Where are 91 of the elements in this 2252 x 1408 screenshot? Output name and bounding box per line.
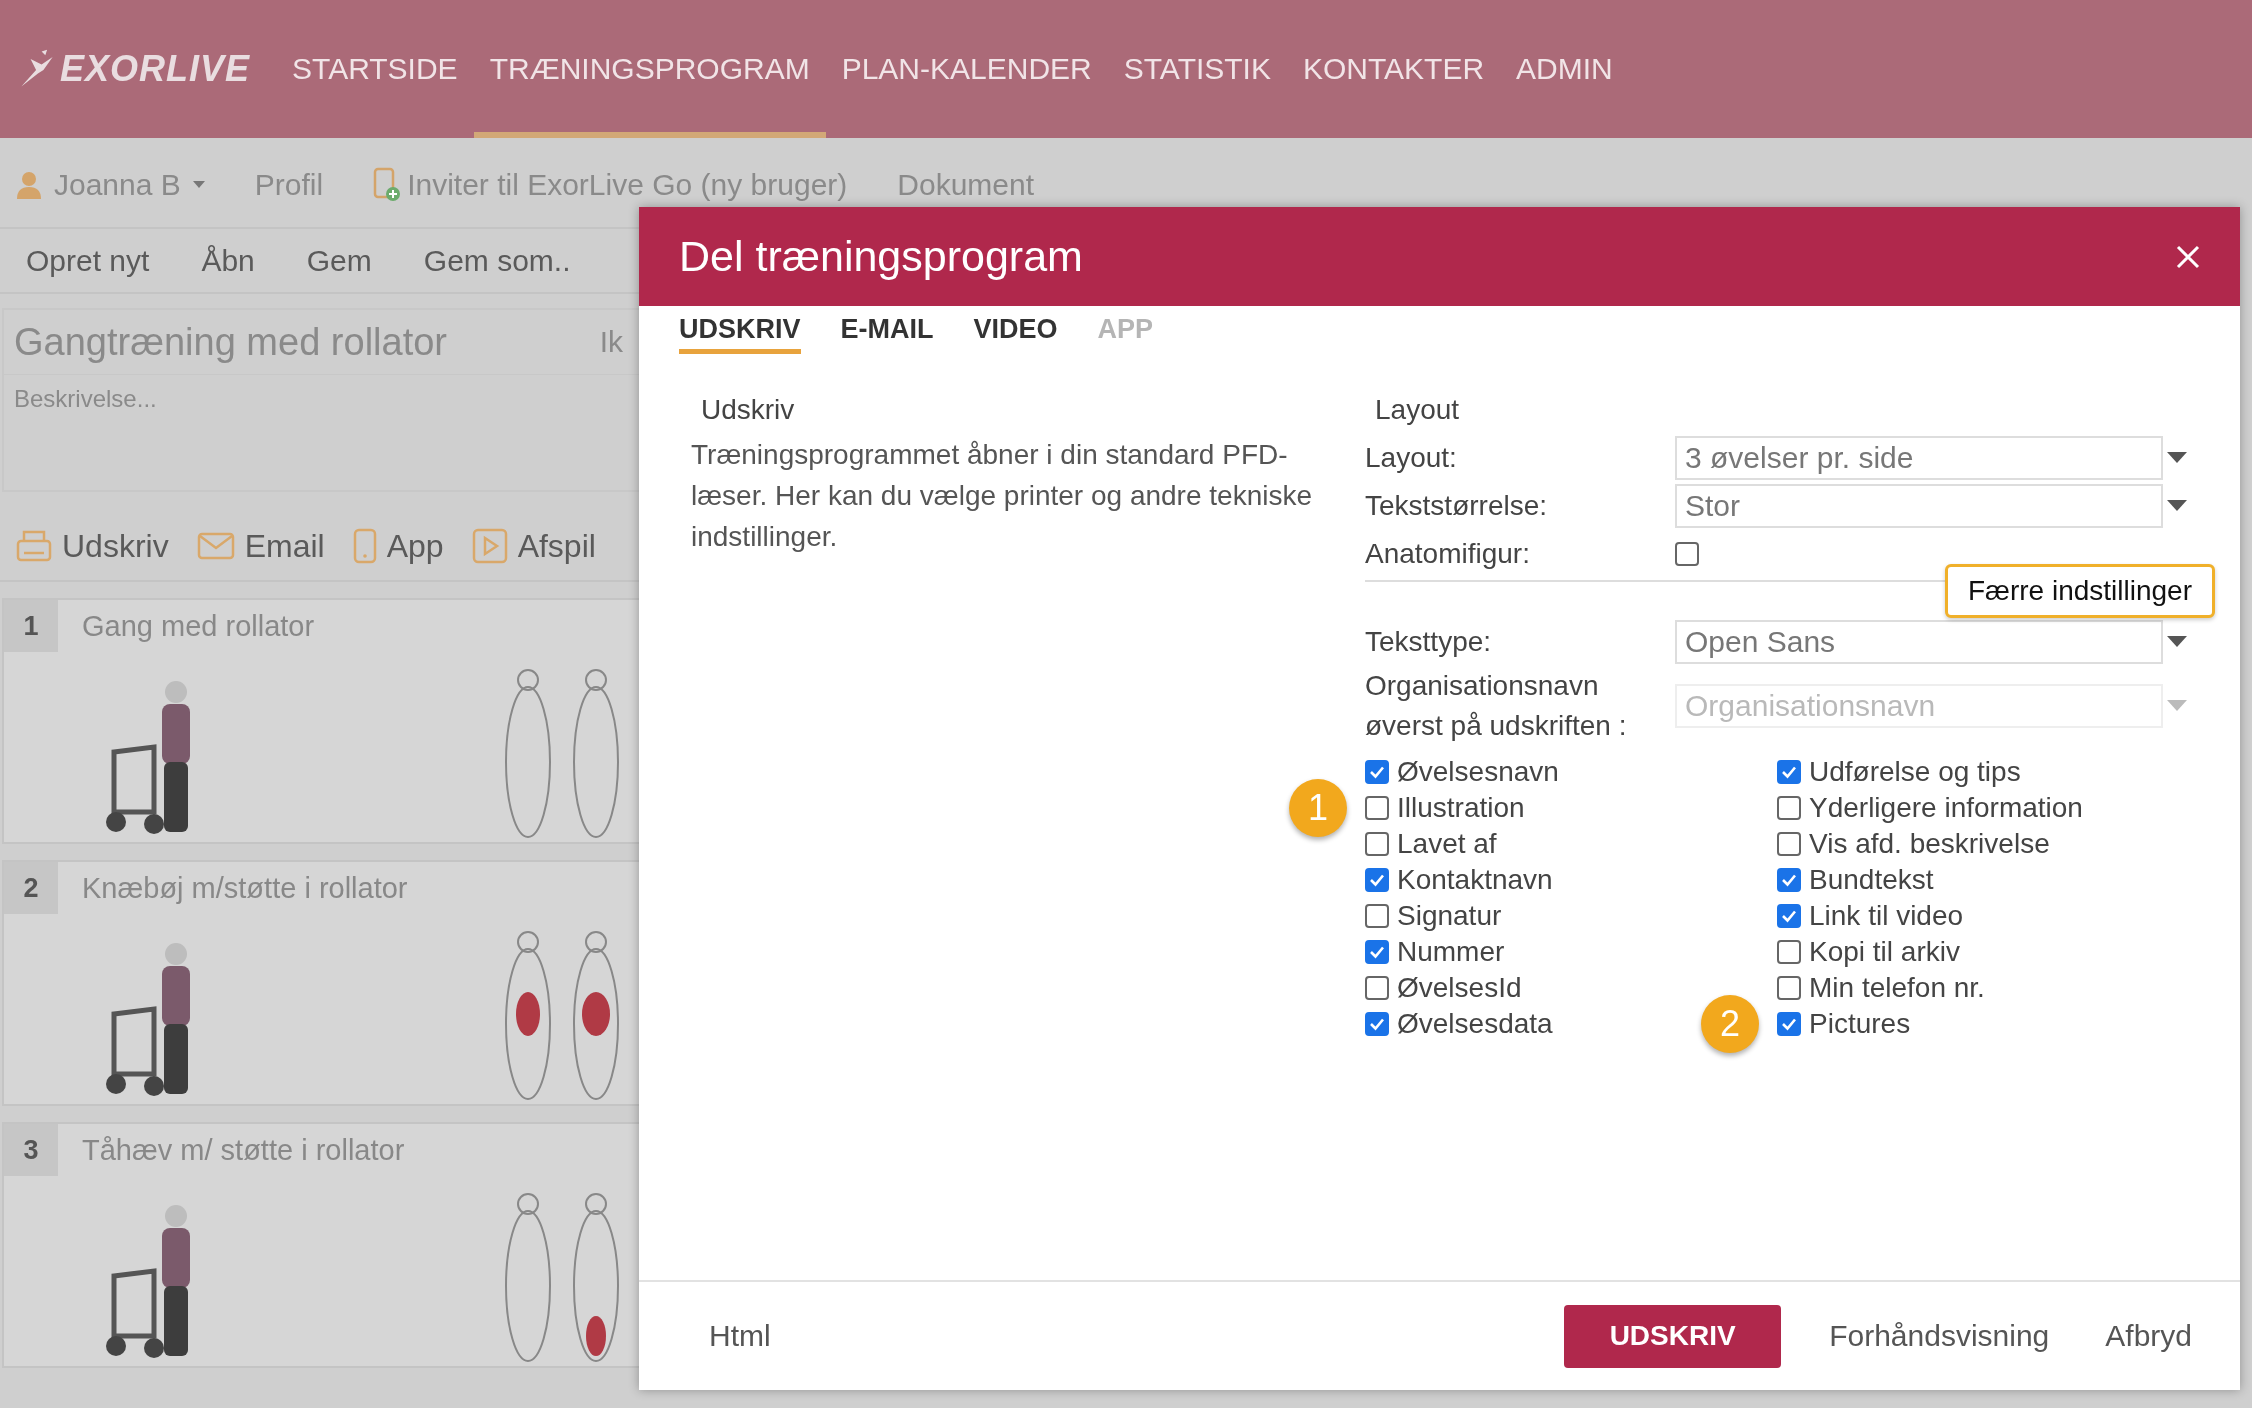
exercise-number: 2 [4, 862, 58, 914]
footer-button[interactable]: Afbryd [2097, 1319, 2200, 1353]
exercise-name[interactable]: Tåhæv m/ støtte i rollator [82, 1133, 405, 1167]
checkbox[interactable] [1777, 760, 1801, 784]
checkbox[interactable] [1365, 796, 1389, 820]
exercise-number: 3 [4, 1124, 58, 1176]
print-button[interactable]: UDSKRIV [1564, 1304, 1782, 1368]
select-field[interactable]: 3 øvelser pr. side [1675, 436, 2163, 480]
checkbox[interactable] [1777, 940, 1801, 964]
fewer-settings-button[interactable]: Færre indstillinger [1944, 564, 2215, 618]
nav-tab[interactable]: KONTAKTER [1286, 0, 1501, 138]
checkbox[interactable] [1777, 832, 1801, 856]
nav-tab[interactable]: STATISTIK [1107, 0, 1287, 138]
checkbox[interactable] [1777, 904, 1801, 928]
checkbox-label[interactable]: Yderligere information [1809, 792, 2083, 824]
step-badge: 1 [1289, 779, 1347, 837]
play-icon [471, 528, 508, 564]
checkbox[interactable] [1365, 760, 1389, 784]
dialog-tab[interactable]: UDSKRIV [679, 314, 801, 354]
toolbar-button[interactable]: Åbn [201, 243, 255, 278]
toolbar-button[interactable]: Gem som.. [423, 243, 571, 278]
checkbox-label[interactable]: Signatur [1397, 900, 1502, 932]
checkbox-label[interactable]: Kopi til arkiv [1809, 936, 1960, 968]
user-menu-button[interactable]: Joanna B [16, 167, 205, 202]
caret-icon[interactable] [2167, 636, 2187, 648]
close-icon[interactable] [2176, 244, 2200, 269]
field-label: Organisationsnavn øverst på udskriften : [1365, 669, 1628, 743]
section-heading: Layout [1374, 394, 1461, 426]
checkbox[interactable] [1777, 868, 1801, 892]
checkbox-label[interactable]: Link til video [1809, 900, 1964, 932]
checkbox-label[interactable]: Udførelse og tips [1809, 756, 2021, 788]
html-link[interactable]: Html [709, 1319, 771, 1353]
checkbox-label[interactable]: Nummer [1397, 936, 1505, 968]
exercise-name[interactable]: Knæbøj m/støtte i rollator [82, 871, 408, 905]
column-label: Ik [599, 325, 623, 359]
checkbox[interactable] [1365, 1012, 1389, 1036]
printer-icon [16, 529, 52, 563]
checkbox[interactable] [1777, 1012, 1801, 1036]
user-icon [16, 170, 42, 199]
nav-tab[interactable]: ADMIN [1500, 0, 1629, 138]
dialog-tab[interactable]: E-MAIL [840, 314, 934, 354]
action-button[interactable]: Afspil [471, 527, 596, 565]
checkbox[interactable] [1365, 976, 1389, 1000]
toolbar-button[interactable]: Opret nyt [26, 243, 150, 278]
checkbox-label[interactable]: Kontaktnavn [1397, 864, 1553, 896]
caret-icon[interactable] [2167, 500, 2187, 512]
document-link[interactable]: Dokument [897, 167, 1035, 202]
checkbox-label[interactable]: Øvelsesnavn [1397, 756, 1559, 788]
program-title[interactable]: Gangtræning med rollator [14, 320, 447, 364]
logo-text[interactable]: EXORLIVE [60, 48, 251, 90]
checkbox[interactable] [1365, 904, 1389, 928]
checkbox-label[interactable]: Bundtekst [1809, 864, 1934, 896]
caret-icon[interactable] [2167, 452, 2187, 464]
section-heading: Udskriv [700, 394, 796, 426]
select-field[interactable]: Stor [1675, 484, 2163, 528]
profile-link[interactable]: Profil [254, 167, 324, 202]
checkbox[interactable] [1365, 868, 1389, 892]
nav-tab[interactable]: STARTSIDE [276, 0, 474, 138]
checkbox-label[interactable]: Illustration [1397, 792, 1525, 824]
footer-button[interactable]: Forhåndsvisning [1821, 1319, 2058, 1353]
checkbox-label[interactable]: Øvelsesdata [1397, 1008, 1553, 1040]
checkbox-label[interactable]: Vis afd. beskrivelse [1809, 828, 2050, 860]
toolbar-button[interactable]: Gem [306, 243, 372, 278]
nav-tab[interactable]: TRÆNINGSPROGRAM [473, 0, 826, 138]
action-button[interactable]: Udskriv [16, 527, 169, 565]
action-button[interactable]: Email [196, 527, 325, 565]
checkbox-label[interactable]: Pictures [1809, 1008, 1911, 1040]
checkbox-label[interactable]: Lavet af [1397, 828, 1497, 860]
select-field[interactable]: Open Sans [1675, 620, 2163, 664]
field-label: Teksttype: [1365, 625, 1493, 659]
nav-tab[interactable]: PLAN-KALENDER [825, 0, 1108, 138]
exercise-number: 1 [4, 600, 58, 652]
field-label: Layout: [1365, 441, 1458, 475]
exercise-name[interactable]: Gang med rollator [82, 609, 315, 643]
action-button[interactable]: App [352, 527, 444, 565]
checkbox[interactable] [1777, 796, 1801, 820]
checkbox[interactable] [1365, 940, 1389, 964]
dialog-title: Del træningsprogram [679, 232, 1083, 281]
checkbox[interactable] [1675, 542, 1699, 566]
field-label: Tekststørrelse: [1365, 489, 1549, 523]
caret-icon [192, 180, 205, 189]
checkbox-label[interactable]: Min telefon nr. [1809, 972, 1985, 1004]
checkbox-label[interactable]: ØvelsesId [1397, 972, 1522, 1004]
step-badge: 2 [1701, 995, 1759, 1053]
checkbox[interactable] [1365, 832, 1389, 856]
field-label: Anatomifigur: [1365, 537, 1531, 571]
dialog-tab[interactable]: VIDEO [973, 314, 1058, 354]
envelope-icon [196, 532, 235, 560]
phone-icon [352, 528, 377, 564]
invite-link[interactable]: Inviter til ExorLive Go (ny bruger) [373, 166, 848, 203]
checkbox[interactable] [1777, 976, 1801, 1000]
